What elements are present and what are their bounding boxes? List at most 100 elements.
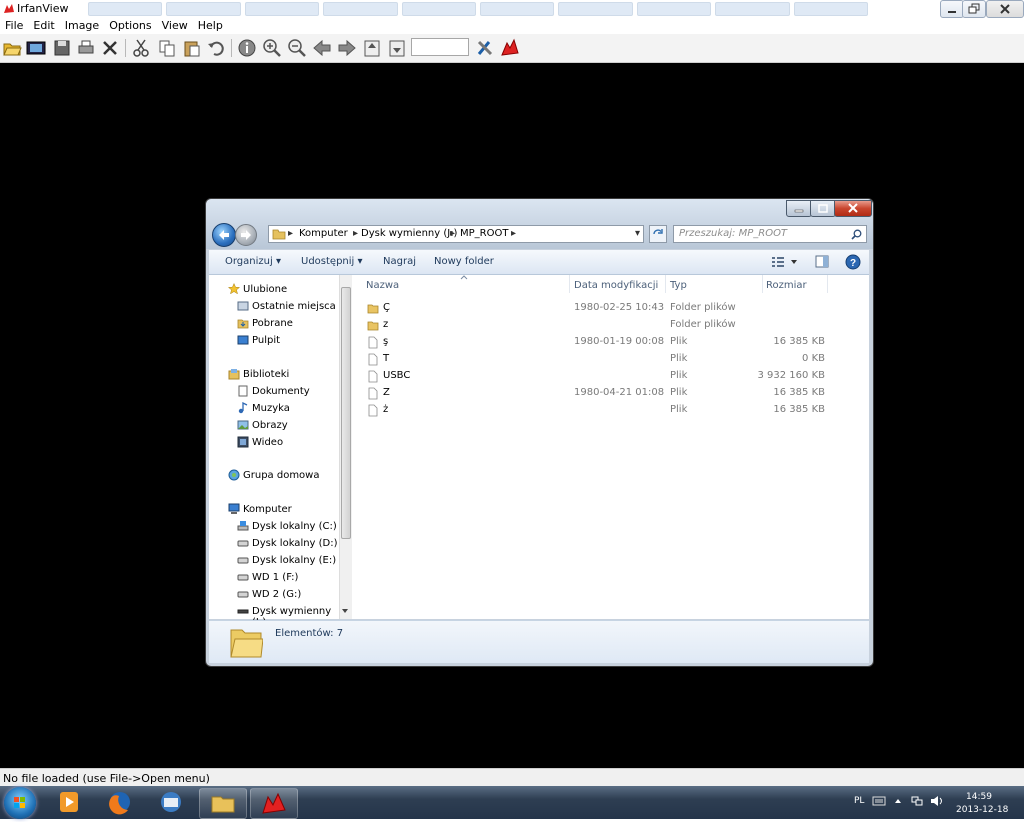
file-list: Nazwa Data modyfikacji Typ Rozmiar Ç 198… <box>352 275 869 619</box>
share-button[interactable]: Udostępnij ▾ <box>301 256 363 267</box>
file-row[interactable]: T Plik 0 KB <box>352 351 869 368</box>
windows-logo-icon <box>14 797 25 808</box>
refresh-icon <box>653 229 663 235</box>
nav-videos[interactable]: Wideo <box>252 437 283 448</box>
copy-icon[interactable] <box>157 38 177 58</box>
chevron-down-icon[interactable]: ▾ <box>635 228 640 239</box>
nav-drive-f[interactable]: WD 1 (F:) <box>252 572 298 583</box>
nav-documents[interactable]: Dokumenty <box>252 386 310 397</box>
cut-icon[interactable] <box>131 38 151 58</box>
close-button[interactable] <box>986 0 1024 18</box>
menu-view[interactable]: View <box>157 18 193 34</box>
zoom-input[interactable] <box>411 38 469 56</box>
volume-icon[interactable] <box>930 795 944 807</box>
save-icon[interactable] <box>52 38 72 58</box>
paste-icon[interactable] <box>182 38 202 58</box>
navigation-scrollbar-thumb[interactable] <box>341 287 351 539</box>
taskbar-irfanview[interactable] <box>250 788 298 819</box>
nav-drive-c[interactable]: Dysk lokalny (C:) <box>252 521 337 532</box>
column-date-modified[interactable]: Data modyfikacji <box>574 280 658 291</box>
zoom-in-icon[interactable] <box>262 38 282 58</box>
restore-button[interactable] <box>962 0 986 18</box>
nav-libraries[interactable]: Biblioteki <box>243 369 289 380</box>
taskbar-explorer[interactable] <box>199 788 247 819</box>
taskbar-thunderbird[interactable] <box>148 788 194 817</box>
language-indicator[interactable]: PL <box>854 796 864 806</box>
clock-time[interactable]: 14:59 <box>966 792 992 802</box>
preview-pane-icon[interactable] <box>815 255 829 269</box>
delete-icon[interactable] <box>100 38 120 58</box>
forward-button[interactable] <box>235 224 257 246</box>
keyboard-icon[interactable] <box>872 795 886 807</box>
details-pane: Elementów: 7 <box>209 620 869 663</box>
burn-button[interactable]: Nagraj <box>383 256 416 267</box>
file-row[interactable]: Ç 1980-02-25 10:43 Folder plików <box>352 300 869 317</box>
file-row[interactable]: z Folder plików <box>352 317 869 334</box>
nav-drive-d[interactable]: Dysk lokalny (D:) <box>252 538 338 549</box>
menu-options[interactable]: Options <box>104 18 156 34</box>
nav-homegroup[interactable]: Grupa domowa <box>243 470 319 481</box>
info-icon[interactable] <box>237 38 257 58</box>
settings-icon[interactable] <box>475 38 495 58</box>
back-button[interactable] <box>212 223 236 247</box>
taskbar-media-player[interactable] <box>46 788 92 817</box>
status-text: No file loaded (use File->Open menu) <box>3 772 210 785</box>
taskbar-firefox[interactable] <box>97 788 143 817</box>
breadcrumb-computer[interactable]: Komputer <box>299 228 348 239</box>
explorer-minimize-button[interactable] <box>786 200 812 217</box>
menu-file[interactable]: File <box>0 18 28 34</box>
minimize-button[interactable] <box>940 0 964 18</box>
help-icon[interactable]: ? <box>845 254 861 270</box>
network-icon[interactable] <box>910 795 924 807</box>
folder-icon <box>230 629 263 658</box>
nav-computer[interactable]: Komputer <box>243 504 292 515</box>
print-icon[interactable] <box>76 38 96 58</box>
explorer-maximize-button[interactable] <box>810 200 836 217</box>
irfanview-icon <box>262 792 286 814</box>
file-icon <box>368 404 378 417</box>
undo-icon[interactable] <box>206 38 226 58</box>
nav-desktop[interactable]: Pulpit <box>252 335 280 346</box>
background-tabs <box>88 2 869 16</box>
nav-drive-e[interactable]: Dysk lokalny (E:) <box>252 555 336 566</box>
breadcrumb-removable-drive[interactable]: Dysk wymienny (J:) <box>361 228 457 239</box>
zoom-out-icon[interactable] <box>287 38 307 58</box>
last-page-icon[interactable] <box>387 38 407 58</box>
tray-expand-icon[interactable] <box>894 797 902 805</box>
taskbar: PL 14:59 2013-12-18 <box>0 786 1024 819</box>
nav-pictures[interactable]: Obrazy <box>252 420 288 431</box>
refresh-button[interactable] <box>649 225 667 243</box>
clock-date[interactable]: 2013-12-18 <box>956 805 1008 815</box>
next-icon[interactable] <box>337 38 357 58</box>
column-size[interactable]: Rozmiar <box>766 280 807 291</box>
nav-music[interactable]: Muzyka <box>252 403 290 414</box>
previous-icon[interactable] <box>312 38 332 58</box>
new-folder-button[interactable]: Nowy folder <box>434 256 494 267</box>
arrow-right-icon <box>241 230 251 240</box>
nav-drive-g[interactable]: WD 2 (G:) <box>252 589 301 600</box>
menu-help[interactable]: Help <box>193 18 228 34</box>
file-row[interactable]: Z 1980-04-21 01:08 Plik 16 385 KB <box>352 385 869 402</box>
menu-edit[interactable]: Edit <box>28 18 59 34</box>
start-button[interactable] <box>4 787 36 819</box>
irfanview-icon[interactable] <box>500 38 520 58</box>
menu-image[interactable]: Image <box>60 18 104 34</box>
organize-button[interactable]: Organizuj ▾ <box>225 256 281 267</box>
scroll-down-icon[interactable] <box>341 607 349 615</box>
view-options-icon[interactable] <box>771 255 803 269</box>
column-name[interactable]: Nazwa <box>366 280 399 291</box>
file-row[interactable]: ż Plik 16 385 KB <box>352 402 869 419</box>
breadcrumb-mp-root[interactable]: MP_ROOT <box>460 228 508 239</box>
search-input[interactable]: Przeszukaj: MP_ROOT <box>673 225 867 243</box>
first-page-icon[interactable] <box>362 38 382 58</box>
file-row[interactable]: USBC Plik 3 932 160 KB <box>352 368 869 385</box>
column-type[interactable]: Typ <box>670 280 687 291</box>
slideshow-icon[interactable] <box>26 38 46 58</box>
nav-favorites[interactable]: Ulubione <box>243 284 287 295</box>
nav-recent-places[interactable]: Ostatnie miejsca <box>252 301 336 312</box>
explorer-close-button[interactable] <box>834 200 872 217</box>
file-row[interactable]: ş 1980-01-19 00:08 Plik 16 385 KB <box>352 334 869 351</box>
address-bar[interactable]: ▸ Komputer ▸ Dysk wymienny (J:) ▸ MP_ROO… <box>268 225 644 243</box>
open-folder-icon[interactable] <box>2 38 22 58</box>
nav-downloads[interactable]: Pobrane <box>252 318 293 329</box>
